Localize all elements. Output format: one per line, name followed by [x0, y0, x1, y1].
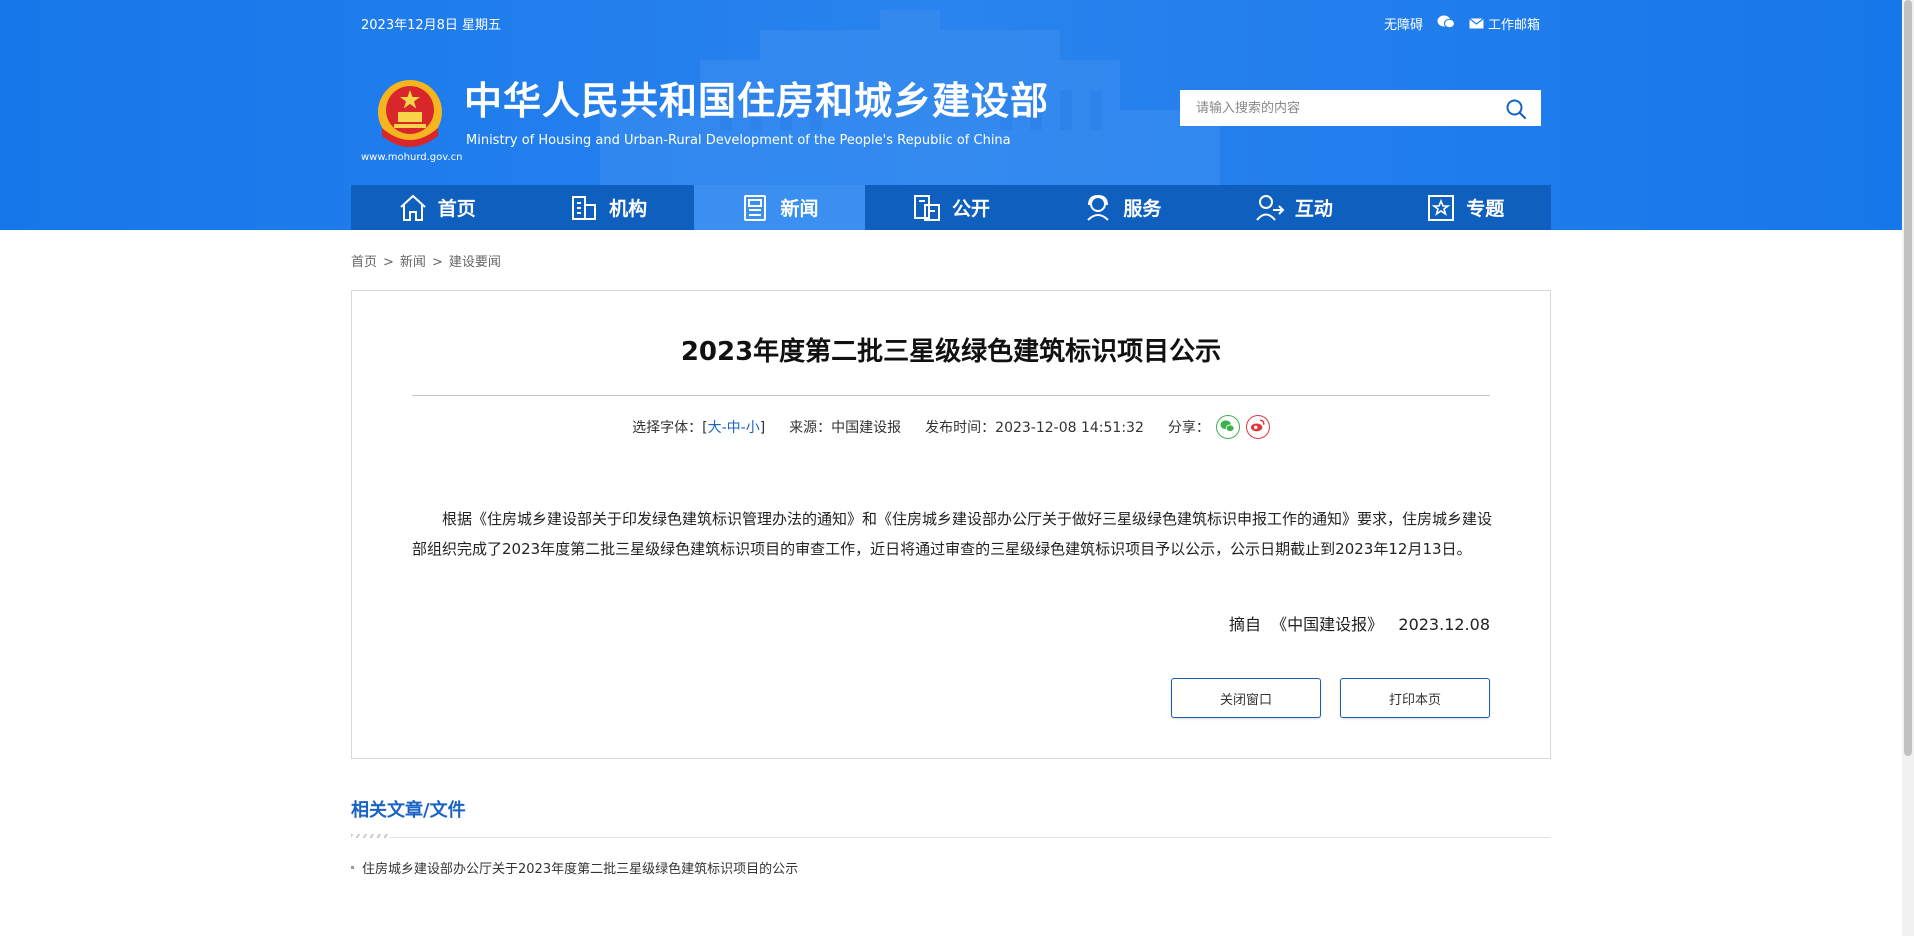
- breadcrumb-current[interactable]: 建设要闻: [449, 255, 501, 270]
- article-excerpt: 摘自 《中国建设报》 2023.12.08: [1228, 615, 1490, 634]
- article-title: 2023年度第二批三星级绿色建筑标识项目公示: [680, 337, 1222, 367]
- related-link[interactable]: 住房城乡建设部办公厅关于2023年度第二批三星级绿色建筑标识项目的公示: [362, 858, 798, 877]
- share-weibo-icon[interactable]: [1245, 415, 1270, 439]
- site-header: 2023年12月8日 星期五 无障碍 工作邮箱 www.mohurd.gov.c…: [0, 0, 1902, 230]
- nav-label-home: 首页: [437, 198, 476, 220]
- topbar-links: 无障碍 工作邮箱: [1384, 14, 1540, 33]
- print-page-button[interactable]: 打印本页: [1340, 678, 1490, 718]
- mail-label: 工作邮箱: [1487, 18, 1540, 33]
- nav-item-home[interactable]: 首页: [351, 185, 522, 230]
- nav-label-interaction: 互动: [1294, 198, 1333, 220]
- main-nav: 首页 机构 新闻 公开 服务 互动 专题: [351, 185, 1551, 230]
- page-scrollbar[interactable]: [1902, 0, 1914, 936]
- nav-item-topic[interactable]: 专题: [1380, 185, 1551, 230]
- nav-item-disclosure[interactable]: 公开: [865, 185, 1036, 230]
- share-label: 分享：: [1167, 420, 1210, 436]
- article-source: 来源：中国建设报: [789, 420, 902, 436]
- share-wechat-icon[interactable]: [1215, 415, 1240, 439]
- related-divider: [391, 837, 1551, 838]
- breadcrumb-separator: >: [431, 255, 443, 270]
- nav-label-topic: 专题: [1466, 198, 1505, 220]
- accessibility-link[interactable]: 无障碍: [1384, 14, 1423, 33]
- font-medium-link[interactable]: 中: [727, 420, 741, 436]
- nav-label-org: 机构: [609, 198, 648, 220]
- list-item: 住房城乡建设部办公厅关于2023年度第二批三星级绿色建筑标识项目的公示: [351, 858, 798, 877]
- scrollbar-thumb[interactable]: [1904, 0, 1912, 756]
- breadcrumb-separator: >: [383, 255, 394, 270]
- interaction-icon: [1256, 194, 1285, 221]
- search-input[interactable]: [1180, 91, 1490, 125]
- search-icon[interactable]: [1505, 98, 1527, 120]
- font-small-link[interactable]: 小: [746, 420, 760, 436]
- current-date: 2023年12月8日 星期五: [361, 18, 502, 33]
- wechat-icon[interactable]: [1437, 15, 1455, 33]
- article-pubtime: 发布时间：2023-12-08 14:51:32: [925, 420, 1144, 436]
- site-title[interactable]: 中华人民共和国住房和城乡建设部: [464, 82, 1049, 120]
- close-window-button[interactable]: 关闭窗口: [1171, 678, 1321, 718]
- site-url: www.mohurd.gov.cn: [361, 152, 463, 163]
- nav-item-news[interactable]: 新闻: [693, 185, 866, 230]
- font-large-link[interactable]: 大: [708, 420, 722, 436]
- mail-link[interactable]: 工作邮箱: [1469, 14, 1540, 33]
- search-box: [1180, 90, 1541, 126]
- nav-item-service[interactable]: 服务: [1037, 185, 1208, 230]
- font-select-label: 选择字体：[: [632, 420, 708, 436]
- service-icon: [1087, 194, 1110, 221]
- nav-item-org[interactable]: 机构: [522, 185, 693, 230]
- building-icon: [572, 195, 597, 220]
- article-meta: 选择字体：[大-中-小] 来源：中国建设报 发布时间：2023-12-08 14…: [352, 415, 1550, 439]
- related-divider-accent: [351, 834, 391, 838]
- title-divider: [412, 395, 1490, 396]
- font-size-selector: 选择字体：[大-中-小]: [632, 417, 765, 437]
- related-list: 住房城乡建设部办公厅关于2023年度第二批三星级绿色建筑标识项目的公示: [351, 858, 798, 877]
- mail-icon: [1469, 18, 1484, 29]
- news-icon: [743, 194, 766, 221]
- related-section-title: 相关文章/文件: [351, 800, 466, 821]
- breadcrumb-news[interactable]: 新闻: [400, 255, 426, 270]
- national-emblem-logo[interactable]: [374, 78, 446, 150]
- breadcrumb: 首页 > 新闻 > 建设要闻: [351, 251, 501, 270]
- nav-label-news: 新闻: [780, 198, 819, 220]
- site-subtitle: Ministry of Housing and Urban-Rural Deve…: [466, 133, 1011, 148]
- page-viewport: 2023年12月8日 星期五 无障碍 工作邮箱 www.mohurd.gov.c…: [0, 0, 1914, 936]
- breadcrumb-home[interactable]: 首页: [351, 255, 377, 270]
- nav-label-disclosure: 公开: [951, 198, 990, 220]
- nav-label-service: 服务: [1123, 198, 1162, 220]
- bullet-dot: [351, 866, 354, 869]
- disclosure-icon: [913, 194, 940, 221]
- article-box: 2023年度第二批三星级绿色建筑标识项目公示 选择字体：[大-中-小] 来源：中…: [351, 290, 1551, 759]
- home-icon: [400, 194, 426, 221]
- nav-item-interaction[interactable]: 互动: [1208, 185, 1379, 230]
- topic-icon: [1428, 194, 1455, 221]
- article-body: 根据《住房城乡建设部关于印发绿色建筑标识管理办法的通知》和《住房城乡建设部办公厅…: [412, 510, 1493, 558]
- font-select-close: ]: [759, 420, 766, 436]
